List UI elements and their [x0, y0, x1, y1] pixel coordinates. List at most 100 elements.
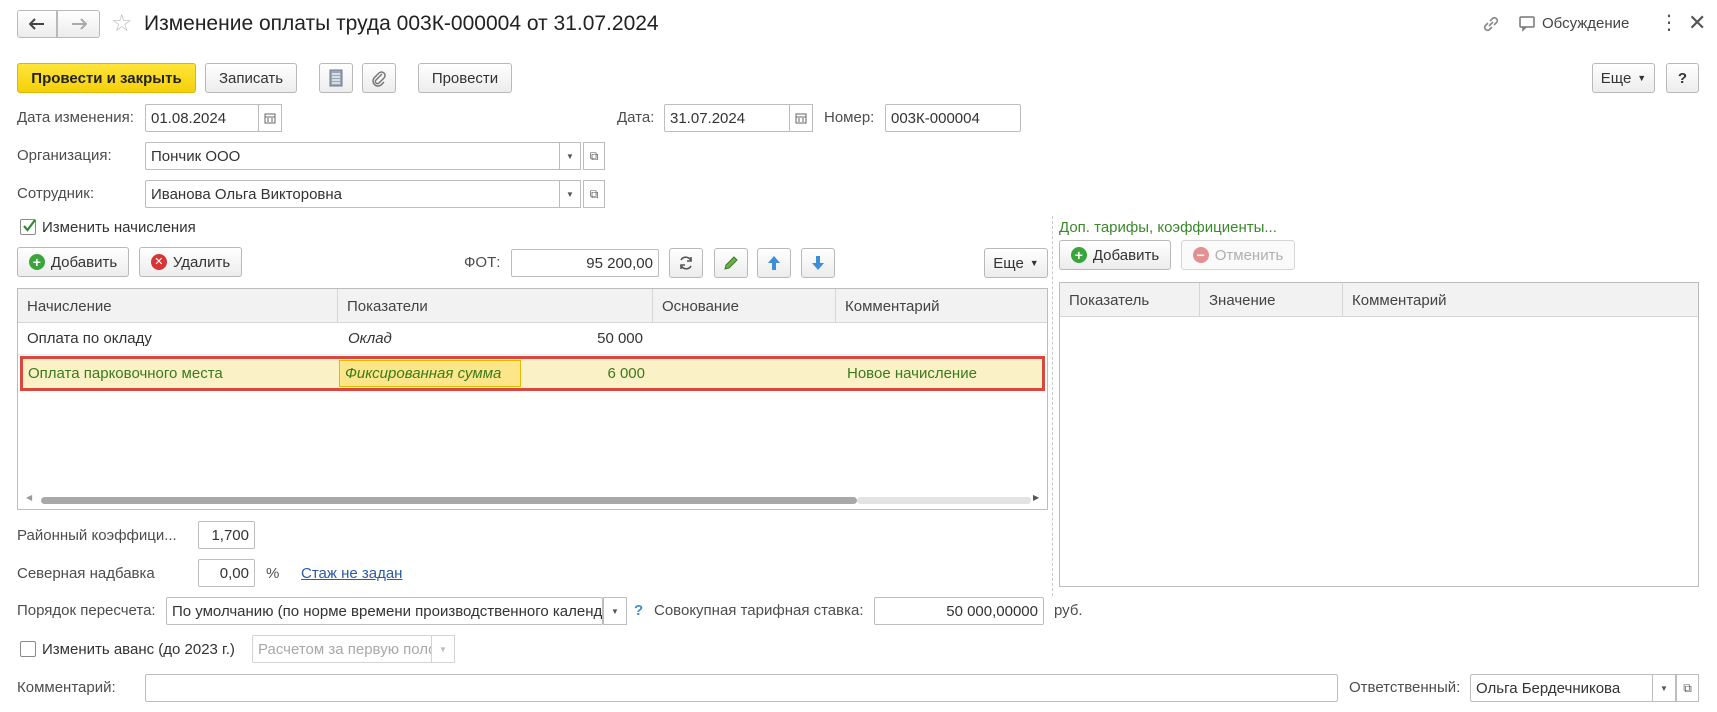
column-header[interactable]: Основание: [653, 289, 836, 323]
edit-button[interactable]: [714, 248, 748, 278]
arrow-down-icon: [812, 256, 824, 270]
tariffs-table: Показатель Значение Комментарий: [1059, 282, 1699, 587]
chevron-down-icon: ▼: [439, 644, 447, 654]
scroll-right-icon[interactable]: ▶: [1033, 493, 1039, 502]
refresh-button[interactable]: [669, 248, 703, 278]
number-field[interactable]: 003К-000004: [885, 104, 1021, 132]
chevron-down-icon: ▼: [566, 189, 574, 199]
fot-field: 95 200,00: [511, 249, 659, 277]
move-down-button[interactable]: [801, 248, 835, 278]
employee-dropdown-button[interactable]: ▼: [559, 180, 581, 208]
move-up-button[interactable]: [757, 248, 791, 278]
document-list-icon: [329, 69, 343, 87]
district-coef-field[interactable]: 1,700: [198, 521, 255, 549]
column-header[interactable]: Комментарий: [1343, 283, 1698, 317]
scroll-left-icon[interactable]: ◀: [26, 493, 32, 502]
pencil-icon: [724, 256, 738, 270]
column-header[interactable]: Значение: [1200, 283, 1343, 317]
scrollbar-thumb[interactable]: [41, 497, 857, 504]
rate-unit-label: руб.: [1054, 602, 1083, 619]
organization-field[interactable]: Пончик ООО: [145, 142, 561, 170]
calendar-icon: [795, 113, 807, 124]
add-accrual-label: Добавить: [50, 253, 118, 271]
more-vertical-icon[interactable]: ⋮: [1659, 12, 1679, 34]
experience-link[interactable]: Стаж не задан: [301, 565, 402, 583]
horizontal-scrollbar[interactable]: ◀ ▶: [22, 493, 1044, 506]
add-tariff-button[interactable]: + Добавить: [1059, 240, 1171, 270]
column-header[interactable]: Показатели: [338, 289, 653, 323]
accruals-more-button[interactable]: Еще ▼: [984, 248, 1048, 278]
attach-button[interactable]: [362, 63, 396, 93]
change-advance-checkbox[interactable]: [20, 641, 36, 657]
responsible-label: Ответственный:: [1349, 679, 1461, 696]
change-accruals-checkbox[interactable]: [20, 219, 36, 235]
amount-cell: 50 000: [597, 330, 643, 347]
accrual-cell: Оплата по окладу: [27, 330, 152, 347]
checkmark-icon: [23, 219, 36, 232]
change-date-field[interactable]: 01.08.2024: [145, 104, 259, 132]
add-accrual-button[interactable]: + Добавить: [17, 247, 129, 277]
table-row-selected[interactable]: Оплата парковочного места Фиксированная …: [20, 356, 1045, 391]
discussion-button[interactable]: Обсуждение: [1518, 14, 1629, 32]
organization-dropdown-button[interactable]: ▼: [559, 142, 581, 170]
responsible-open-button[interactable]: ⧉: [1676, 674, 1699, 702]
comment-cell: Новое начисление: [847, 365, 977, 382]
chevron-down-icon: ▼: [1029, 258, 1039, 268]
column-header[interactable]: Начисление: [18, 289, 338, 323]
open-window-icon: ⧉: [589, 186, 599, 201]
chevron-down-icon: ▼: [566, 151, 574, 161]
recalc-select[interactable]: По умолчанию (по норме времени производс…: [166, 597, 603, 625]
employee-field[interactable]: Иванова Ольга Викторовна: [145, 180, 561, 208]
accruals-table: Начисление Показатели Основание Коммента…: [17, 288, 1048, 510]
add-tariff-label: Добавить: [1092, 246, 1160, 264]
column-header[interactable]: Показатель: [1060, 283, 1200, 317]
link-icon[interactable]: [1481, 14, 1501, 38]
date-field[interactable]: 31.07.2024: [664, 104, 795, 132]
calendar-button[interactable]: [258, 104, 282, 132]
tariffs-title[interactable]: Доп. тарифы, коэффициенты...: [1059, 219, 1277, 237]
forward-button[interactable]: [57, 10, 100, 38]
post-and-close-button[interactable]: Провести и закрыть: [17, 63, 196, 93]
plus-icon: +: [1070, 247, 1087, 263]
arrow-up-icon: [768, 256, 780, 270]
table-row[interactable]: Оплата по окладу Оклад 50 000: [18, 323, 1047, 355]
comment-field[interactable]: [145, 674, 1338, 702]
arrow-left-icon: [29, 18, 44, 30]
date-label: Дата:: [617, 109, 655, 126]
panel-divider: [1052, 216, 1053, 596]
change-accruals-label: Изменить начисления: [42, 219, 196, 236]
employee-open-button[interactable]: ⧉: [583, 180, 605, 208]
organization-open-button[interactable]: ⧉: [583, 142, 605, 170]
scrollbar-track: [857, 497, 1031, 504]
employee-label: Сотрудник:: [17, 185, 95, 202]
discussion-label: Обсуждение: [1542, 14, 1630, 32]
north-allowance-field[interactable]: 0,00: [198, 559, 255, 587]
delete-accrual-button[interactable]: ✕ Удалить: [139, 247, 242, 277]
indicator-cell: Фиксированная сумма: [345, 365, 502, 382]
plus-icon: +: [28, 254, 45, 270]
delete-accrual-label: Удалить: [172, 253, 231, 271]
column-header[interactable]: Комментарий: [836, 289, 1047, 323]
advance-select[interactable]: Расчетом за первую поло: [252, 635, 432, 663]
chevron-down-icon: ▼: [1660, 683, 1668, 693]
percent-label: %: [266, 565, 280, 582]
tariff-rate-field: 50 000,00000: [874, 597, 1044, 625]
date-calendar-button[interactable]: [789, 104, 813, 132]
arrow-right-icon: [71, 18, 87, 30]
north-allowance-label: Северная надбавка: [17, 565, 155, 582]
favorite-star-icon[interactable]: ☆: [111, 10, 133, 38]
delete-icon: ✕: [150, 254, 167, 270]
back-button[interactable]: [17, 10, 57, 38]
post-button[interactable]: Провести: [418, 63, 512, 93]
advance-dropdown-button[interactable]: ▼: [431, 635, 455, 663]
responsible-field[interactable]: Ольга Бердечникова: [1470, 674, 1653, 702]
save-button[interactable]: Записать: [205, 63, 297, 93]
cancel-tariff-button[interactable]: − Отменить: [1181, 240, 1295, 270]
recalc-help-icon[interactable]: ?: [634, 602, 643, 620]
responsible-dropdown-button[interactable]: ▼: [1652, 674, 1676, 702]
more-button[interactable]: Еще ▼: [1592, 63, 1655, 93]
report-button[interactable]: [319, 63, 353, 93]
help-button[interactable]: ?: [1666, 63, 1699, 93]
close-icon[interactable]: ✕: [1688, 12, 1706, 34]
recalc-dropdown-button[interactable]: ▼: [603, 597, 627, 625]
